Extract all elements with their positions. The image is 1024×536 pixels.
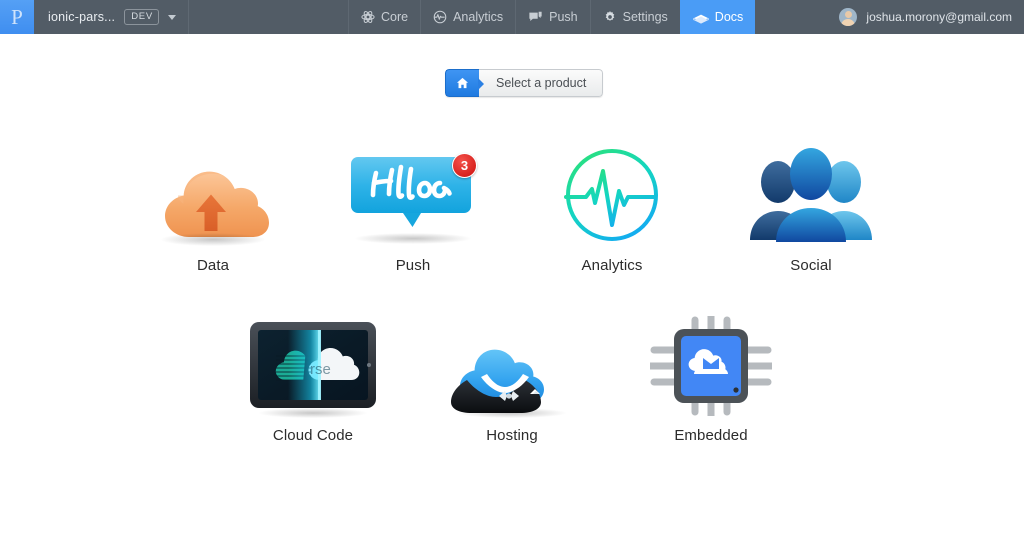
product-tile-push[interactable]: 3 Push	[343, 143, 483, 274]
speech-bubble-icon	[529, 11, 542, 22]
gear-icon	[605, 11, 614, 22]
project-selector[interactable]: ionic-pars... DEV	[34, 0, 188, 34]
nav-label-settings: Settings	[622, 10, 668, 24]
env-badge: DEV	[124, 9, 159, 25]
avatar	[839, 8, 858, 26]
product-tile-social[interactable]: Social	[748, 143, 874, 274]
monitor-cloud-scan-icon: rse	[248, 316, 378, 418]
product-label-hosting: Hosting	[486, 427, 538, 444]
nav-label-analytics: Analytics	[453, 10, 504, 24]
pulse-circle-icon	[552, 143, 672, 248]
chevron-down-icon[interactable]	[167, 14, 176, 20]
nav-item-settings[interactable]: Settings	[589, 0, 680, 34]
project-name: ionic-pars...	[48, 10, 116, 24]
home-icon	[456, 77, 469, 89]
product-label-embedded: Embedded	[674, 427, 748, 444]
top-header-bar: P ionic-pars... DEV Core Analytics Push …	[0, 0, 1024, 34]
three-people-icon	[748, 143, 874, 248]
product-tile-analytics[interactable]: Analytics	[552, 143, 672, 274]
product-tile-hosting[interactable]: Hosting	[447, 316, 577, 444]
hello-speech-bubble-icon: 3	[343, 143, 483, 248]
cloud-butler-icon	[447, 316, 577, 418]
home-button[interactable]	[445, 69, 479, 97]
push-badge: 3	[452, 153, 477, 178]
microchip-cloud-icon	[646, 312, 776, 420]
nav-item-docs[interactable]: Docs	[679, 0, 756, 34]
nav-label-docs: Docs	[714, 10, 744, 24]
select-product-button[interactable]: Select a product	[477, 69, 604, 97]
book-icon	[693, 14, 709, 24]
product-label-push: Push	[395, 257, 431, 274]
user-email: joshua.morony@gmail.com	[866, 10, 1012, 24]
parse-logo[interactable]: P	[0, 0, 34, 34]
svg-text:rse: rse	[310, 361, 331, 378]
nav-label-push: Push	[549, 10, 578, 24]
product-tile-cloudcode[interactable]: rse Cloud Code	[248, 316, 378, 444]
nav-item-core[interactable]: Core	[348, 0, 420, 34]
product-tile-embedded[interactable]: Embedded	[646, 312, 776, 444]
main-nav: Core Analytics Push Settings Docs	[348, 0, 756, 34]
user-account-menu[interactable]: joshua.morony@gmail.com	[839, 0, 1012, 34]
nav-label-core: Core	[381, 10, 409, 24]
nav-item-push[interactable]: Push	[515, 0, 590, 34]
nav-item-analytics[interactable]: Analytics	[420, 0, 515, 34]
orange-cloud-upload-icon	[153, 143, 273, 248]
product-label-cloudcode: Cloud Code	[272, 427, 354, 444]
logo-letter: P	[11, 4, 23, 29]
product-tile-data[interactable]: Data	[153, 143, 273, 274]
atom-icon	[361, 11, 375, 23]
product-label-analytics: Analytics	[581, 257, 643, 274]
product-select[interactable]: Select a product	[445, 69, 604, 97]
product-label-social: Social	[790, 257, 832, 274]
pulse-circle-icon	[433, 10, 447, 24]
product-label-data: Data	[196, 257, 230, 274]
header-divider	[187, 0, 189, 34]
